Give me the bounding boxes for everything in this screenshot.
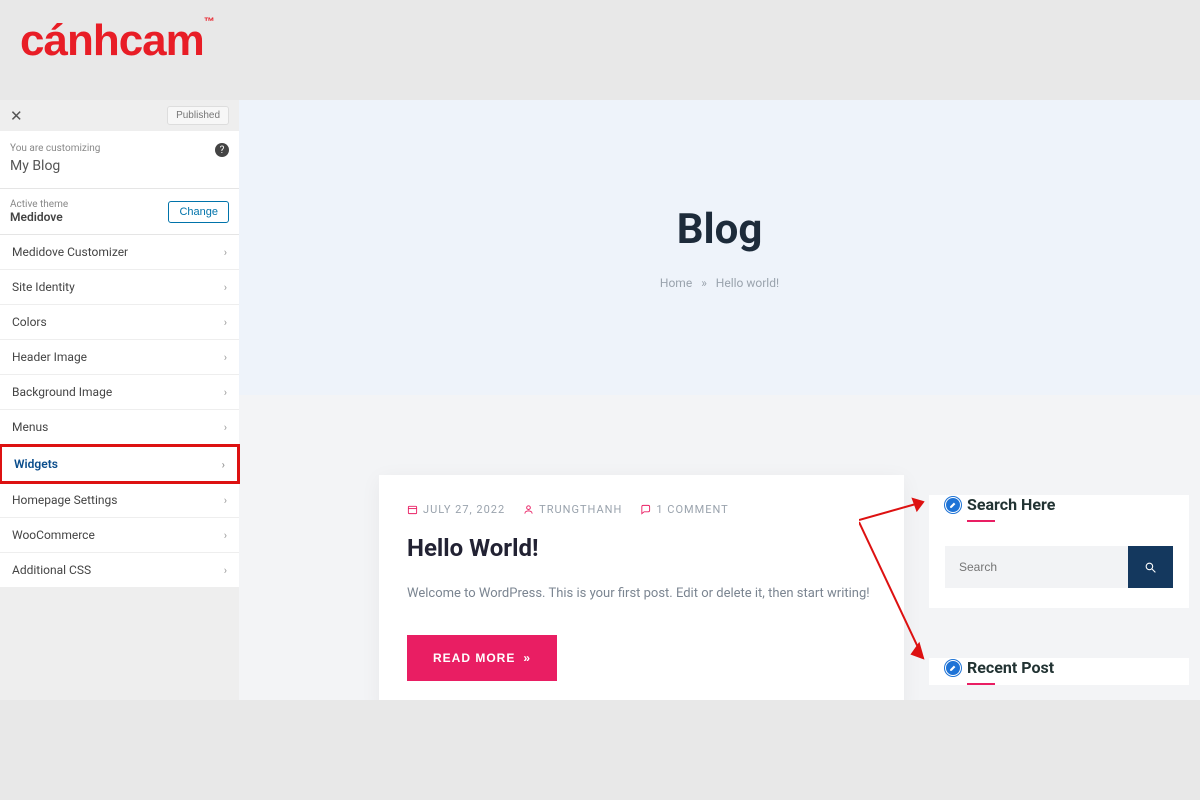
close-icon[interactable]: ✕ bbox=[10, 107, 23, 125]
search-icon bbox=[1144, 561, 1157, 574]
customizer-topbar: ✕ Published bbox=[0, 100, 239, 131]
breadcrumb: Home » Hello world! bbox=[660, 276, 779, 290]
edit-icon[interactable] bbox=[945, 497, 961, 513]
widget-underline bbox=[967, 520, 995, 522]
post-meta: JULY 27, 2022 TRUNGTHANH 1 COMMENT bbox=[407, 503, 876, 516]
preview-pane: Blog Home » Hello world! JULY 27, 2022 T… bbox=[239, 100, 1200, 700]
active-theme-name: Medidove bbox=[10, 210, 68, 224]
content-area: JULY 27, 2022 TRUNGTHANH 1 COMMENT Hello… bbox=[239, 395, 1200, 700]
chevron-right-icon: › bbox=[224, 564, 227, 577]
widget-search: Search Here bbox=[929, 495, 1189, 608]
sidebar-item-label: Medidove Customizer bbox=[12, 245, 128, 259]
sidebar-item-homepage-settings[interactable]: Homepage Settings › bbox=[0, 483, 239, 518]
active-theme-label: Active theme bbox=[10, 199, 68, 210]
chevron-right-icon: › bbox=[224, 281, 227, 294]
sidebar-item-label: Homepage Settings bbox=[12, 493, 117, 507]
you-are-customizing-label: You are customizing bbox=[10, 143, 229, 154]
theme-meta: Active theme Medidove bbox=[10, 199, 68, 224]
sidebar-item-colors[interactable]: Colors › bbox=[0, 305, 239, 340]
change-theme-button[interactable]: Change bbox=[168, 201, 229, 223]
post-date-text: JULY 27, 2022 bbox=[423, 503, 505, 516]
post-date: JULY 27, 2022 bbox=[407, 503, 505, 516]
sidebar-item-header-image[interactable]: Header Image › bbox=[0, 340, 239, 375]
post-title[interactable]: Hello World! bbox=[407, 534, 876, 562]
breadcrumb-sep: » bbox=[701, 276, 707, 290]
widget-recent-post: Recent Post bbox=[929, 658, 1189, 685]
edit-icon[interactable] bbox=[945, 660, 961, 676]
brand-tm: ™ bbox=[204, 16, 214, 28]
search-button[interactable] bbox=[1128, 546, 1173, 588]
chevron-right-icon: › bbox=[224, 386, 227, 399]
chevron-right-icon: › bbox=[224, 246, 227, 259]
comment-icon bbox=[640, 504, 651, 515]
user-icon bbox=[523, 504, 534, 515]
brand-logo: cánhcam™ bbox=[20, 16, 214, 66]
chevron-right-icon: › bbox=[224, 529, 227, 542]
sidebar-item-label: Background Image bbox=[12, 385, 112, 399]
chevron-right-icon: › bbox=[222, 458, 225, 471]
help-icon[interactable]: ? bbox=[215, 143, 229, 157]
widget-underline bbox=[967, 683, 995, 685]
search-input[interactable] bbox=[945, 546, 1128, 588]
sidebar-item-additional-css[interactable]: Additional CSS › bbox=[0, 553, 239, 588]
post-author-text: TRUNGTHANH bbox=[539, 503, 622, 516]
sidebar-item-label: Site Identity bbox=[12, 280, 75, 294]
sidebar-item-background-image[interactable]: Background Image › bbox=[0, 375, 239, 410]
customizer-sidebar: ✕ Published You are customizing My Blog … bbox=[0, 100, 239, 700]
brand-logo-text: cánhcam bbox=[20, 16, 204, 65]
chevron-right-icon: › bbox=[224, 316, 227, 329]
page-title: Blog bbox=[677, 205, 763, 254]
hero: Blog Home » Hello world! bbox=[239, 100, 1200, 395]
post-comments-text: 1 COMMENT bbox=[656, 503, 728, 516]
app-shell: ✕ Published You are customizing My Blog … bbox=[0, 100, 1200, 700]
read-more-label: READ MORE bbox=[433, 651, 515, 665]
calendar-icon bbox=[407, 504, 418, 515]
chevron-right-icon: › bbox=[224, 351, 227, 364]
chevron-right-icon: › bbox=[224, 494, 227, 507]
sidebar-item-menus[interactable]: Menus › bbox=[0, 410, 239, 445]
sidebar-item-label: Menus bbox=[12, 420, 48, 434]
post-comments[interactable]: 1 COMMENT bbox=[640, 503, 728, 516]
post-author[interactable]: TRUNGTHANH bbox=[523, 503, 622, 516]
customizer-menu: Medidove Customizer › Site Identity › Colo… bbox=[0, 235, 239, 588]
sidebar-item-widgets[interactable]: Widgets › bbox=[0, 444, 240, 484]
widgets-column: Search Here Recent bbox=[929, 495, 1189, 700]
sidebar-item-label: Additional CSS bbox=[12, 563, 91, 577]
sidebar-item-label: Widgets bbox=[14, 457, 58, 471]
sidebar-item-label: WooCommerce bbox=[12, 528, 95, 542]
published-button[interactable]: Published bbox=[167, 106, 229, 125]
sidebar-item-medidove-customizer[interactable]: Medidove Customizer › bbox=[0, 235, 239, 270]
active-theme-block: Active theme Medidove Change bbox=[0, 189, 239, 235]
chevron-double-right-icon: » bbox=[523, 651, 531, 665]
sidebar-item-label: Header Image bbox=[12, 350, 87, 364]
post-card: JULY 27, 2022 TRUNGTHANH 1 COMMENT Hello… bbox=[379, 475, 904, 700]
post-excerpt: Welcome to WordPress. This is your first… bbox=[407, 584, 876, 605]
widget-search-title: Search Here bbox=[967, 495, 1055, 514]
search-row bbox=[945, 546, 1173, 588]
read-more-button[interactable]: READ MORE » bbox=[407, 635, 557, 681]
breadcrumb-home[interactable]: Home bbox=[660, 276, 692, 290]
breadcrumb-current: Hello world! bbox=[716, 276, 779, 290]
sidebar-item-woocommerce[interactable]: WooCommerce › bbox=[0, 518, 239, 553]
blog-name: My Blog bbox=[10, 158, 229, 174]
widget-recent-title: Recent Post bbox=[967, 658, 1054, 677]
chevron-right-icon: › bbox=[224, 421, 227, 434]
customizing-block: You are customizing My Blog ? bbox=[0, 131, 239, 189]
sidebar-item-label: Colors bbox=[12, 315, 47, 329]
sidebar-item-site-identity[interactable]: Site Identity › bbox=[0, 270, 239, 305]
